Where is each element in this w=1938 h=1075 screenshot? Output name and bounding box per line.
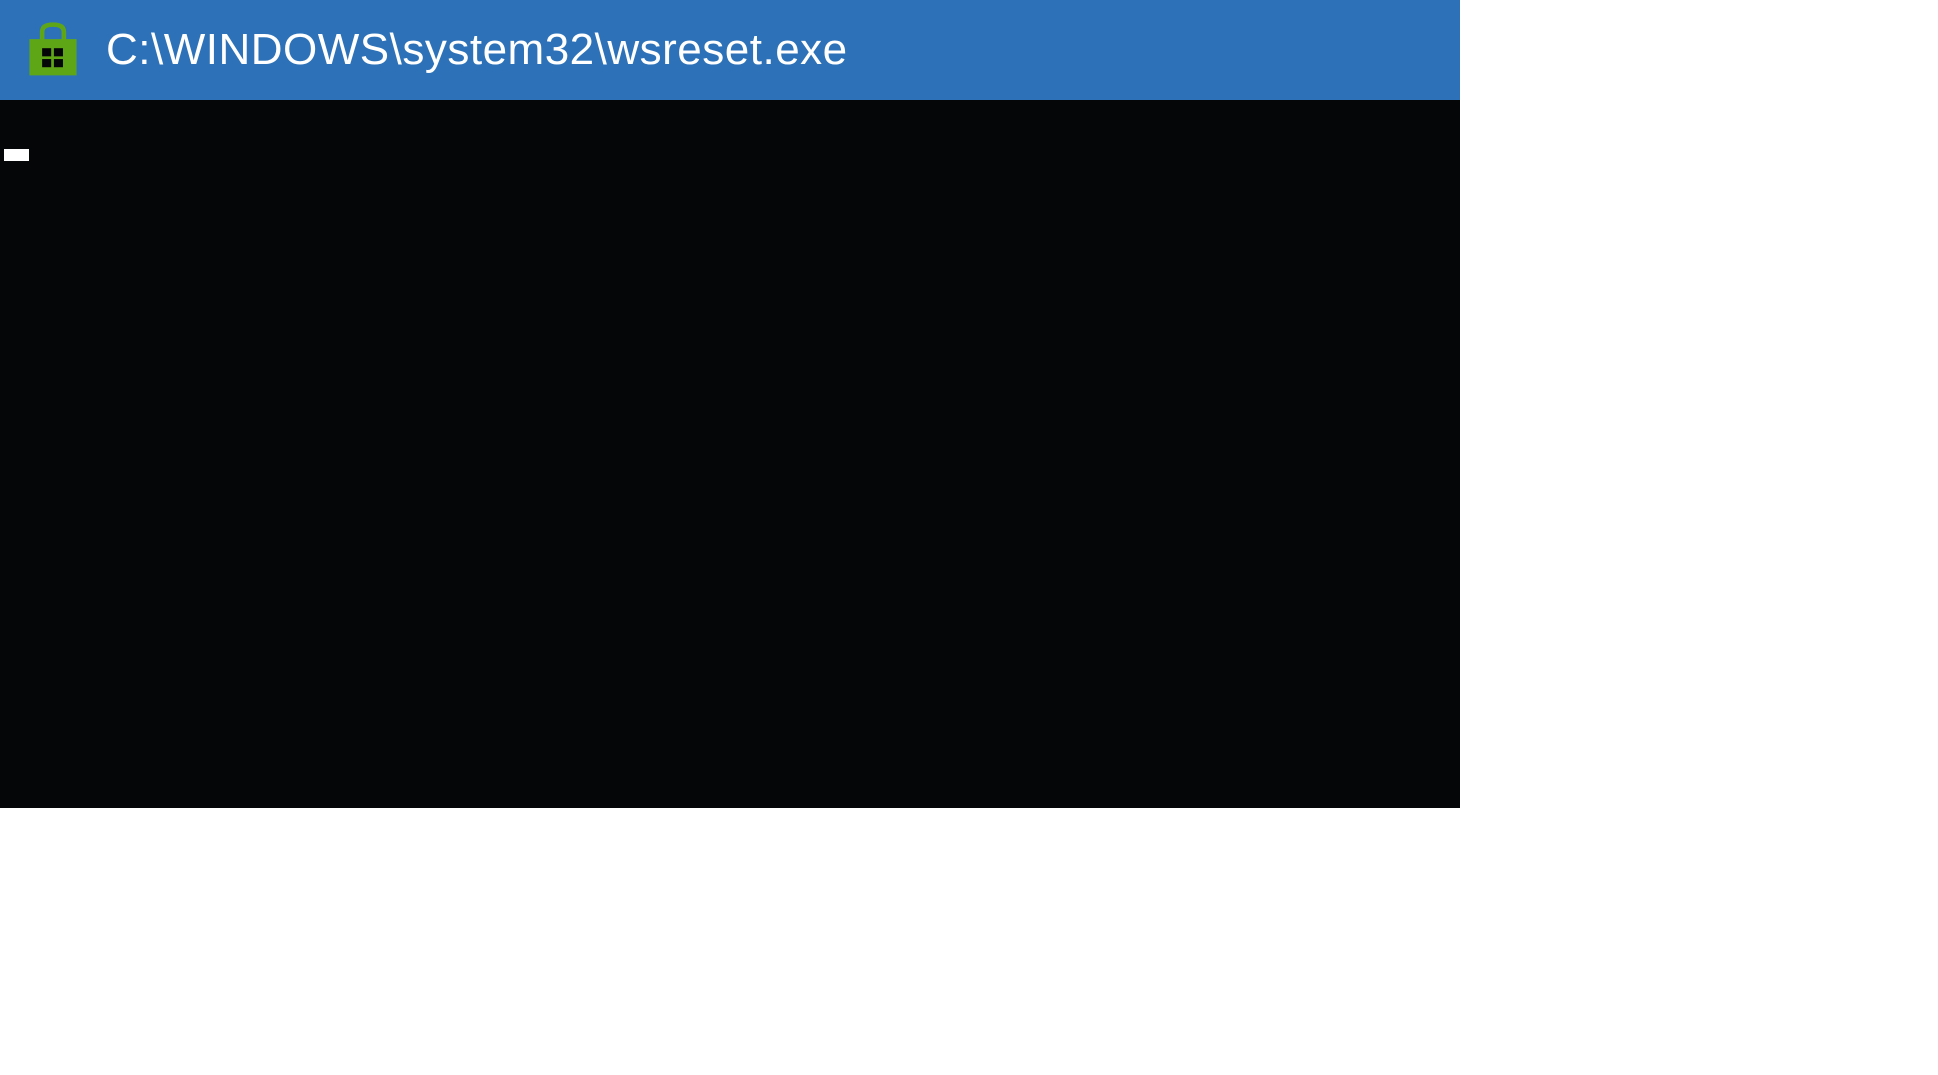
terminal-body[interactable] <box>0 100 1460 808</box>
console-window[interactable]: C:\WINDOWS\system32\wsreset.exe <box>0 0 1460 808</box>
windows-store-icon <box>24 21 82 79</box>
text-cursor <box>4 149 29 161</box>
title-bar[interactable]: C:\WINDOWS\system32\wsreset.exe <box>0 0 1460 100</box>
window-title: C:\WINDOWS\system32\wsreset.exe <box>106 25 848 75</box>
